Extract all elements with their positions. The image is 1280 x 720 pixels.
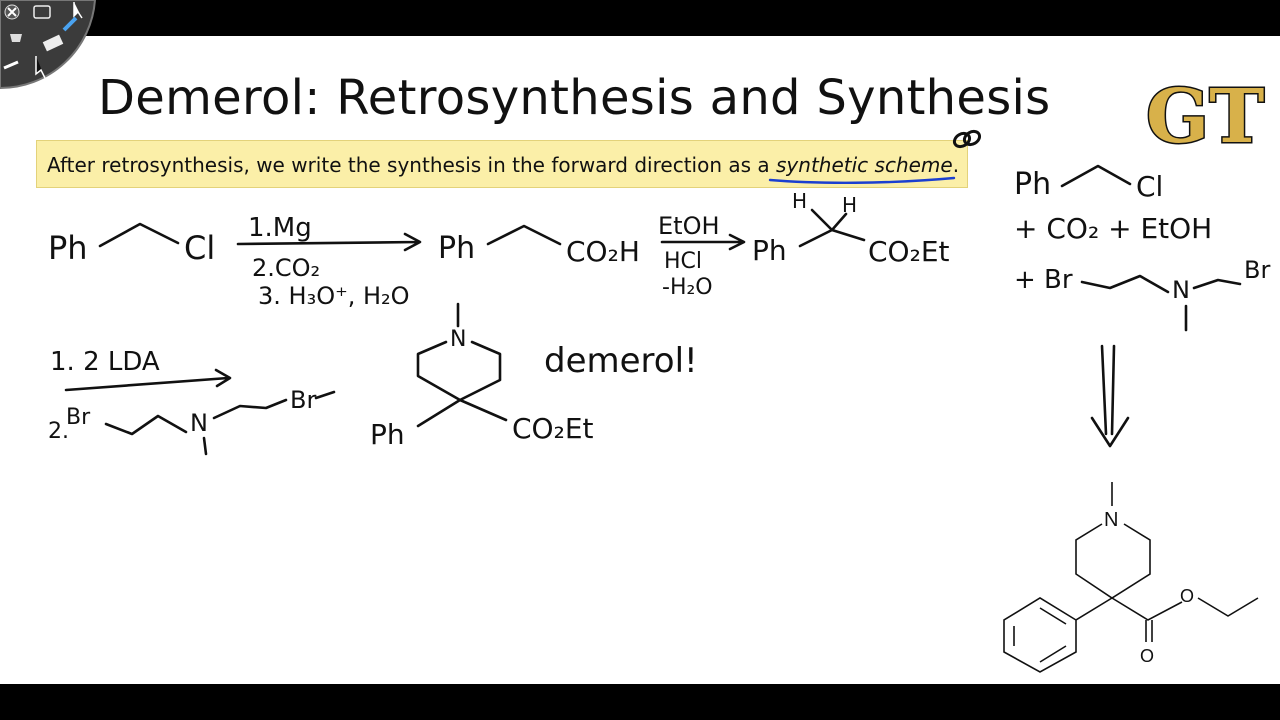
product-ph: Ph (370, 418, 405, 451)
ester-ph: Ph (752, 234, 787, 267)
step1-reagent-3: 3. H₃O⁺, H₂O (258, 282, 410, 310)
structure-phenyl-inner (1013, 607, 1067, 663)
sidebar-br: Br (1244, 256, 1270, 284)
sidebar-ph: Ph (1014, 167, 1051, 202)
step1-reagent-2: 2.CO₂ (252, 254, 320, 282)
sidebar-plus-br: + Br (1014, 265, 1073, 295)
start-ph: Ph (48, 229, 88, 267)
dibromide-br-left: Br (66, 405, 91, 430)
ester-h-right: H (842, 193, 857, 217)
synthesis-scheme: Ph Cl 1.Mg 2.CO₂ 3. H₃O⁺, H₂O Ph CO₂H Et… (48, 189, 950, 456)
dibromide-br-right: Br (290, 386, 316, 414)
pen-toolbar[interactable] (0, 0, 100, 90)
structure-piperidine (1075, 523, 1151, 599)
sidebar-double-arrow (1090, 344, 1130, 448)
sidebar-line2: + CO₂ + EtOH (1014, 212, 1212, 245)
structure-n: N (1104, 509, 1118, 531)
slide: Demerol: Retrosynthesis and Synthesis Af… (0, 36, 1280, 684)
start-bonds (98, 222, 180, 248)
product-n: N (450, 327, 466, 352)
structure-phenyl (1003, 597, 1113, 673)
gt-logo-text: GT (1146, 76, 1264, 156)
sidebar-line3-right-chain (1184, 278, 1242, 332)
ester-h-left: H (792, 189, 807, 213)
product-substituent-bonds (416, 398, 508, 428)
dibromide-right-chain (202, 398, 288, 456)
product-group: CO₂Et (512, 412, 594, 445)
sidebar-n: N (1172, 276, 1190, 304)
sidebar-cl: Cl (1136, 170, 1163, 203)
dibromide-br-tail (314, 390, 336, 400)
acid-group: CO₂H (566, 235, 640, 268)
sidebar-summary: Ph Cl + CO₂ + EtOH + Br N Br N O O demer… (1003, 164, 1270, 673)
sidebar-line3-left-chain (1080, 274, 1170, 294)
bucket-icon (10, 34, 22, 42)
step3-reagent-1: 1. 2 LDA (50, 347, 160, 377)
acid-ph: Ph (438, 231, 475, 266)
gt-logo: GT (1145, 76, 1266, 156)
step2-reagent-2: HCl (664, 249, 702, 274)
structure-o-carbonyl: O (1140, 646, 1154, 666)
step1-reagent-1: 1.Mg (248, 213, 312, 243)
demerol-structure: N O O demerol (1003, 482, 1259, 673)
sidebar-line1-bonds (1060, 164, 1132, 188)
dibromide-n: N (190, 409, 208, 437)
product-name: demerol! (544, 341, 698, 381)
dibromide-left-chain (104, 414, 188, 436)
ester-group: CO₂Et (868, 235, 950, 268)
start-cl: Cl (184, 229, 215, 267)
acid-bonds (486, 224, 562, 246)
structure-o-ether: O (1180, 586, 1194, 606)
step2-reagent-1: EtOH (658, 212, 720, 240)
step2-reagent-3: -H₂O (662, 275, 713, 300)
